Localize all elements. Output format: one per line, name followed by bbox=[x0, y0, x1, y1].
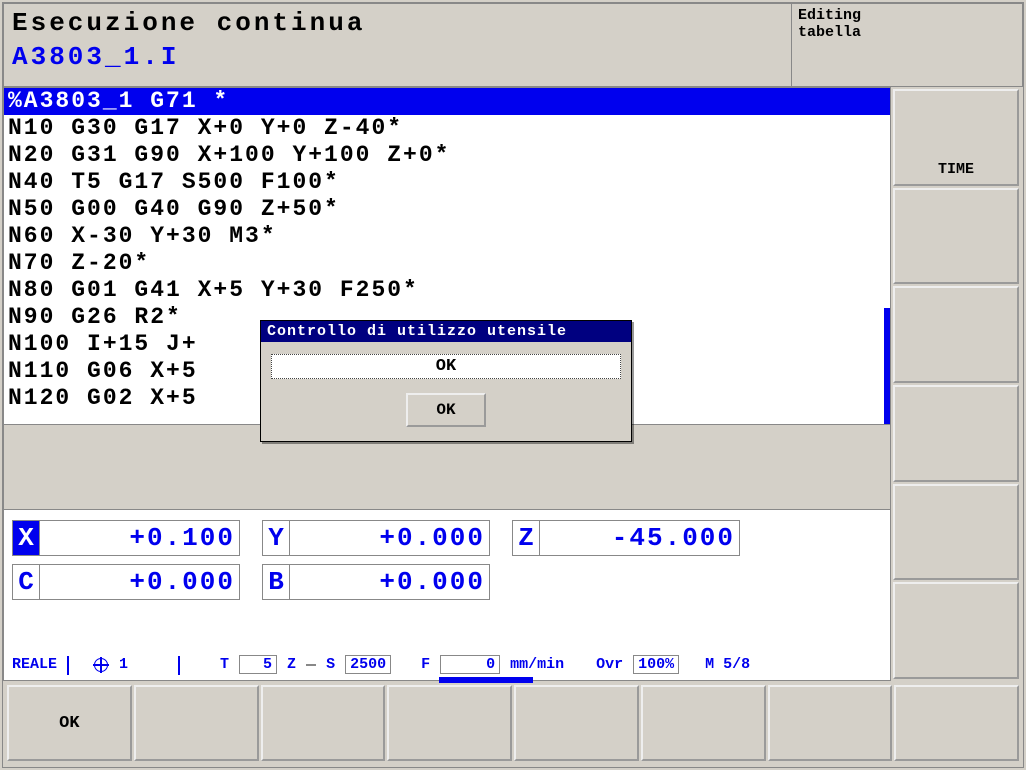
crosshair-icon bbox=[93, 657, 109, 673]
axis-label: Y bbox=[262, 520, 290, 556]
softkey-7[interactable] bbox=[768, 685, 893, 761]
ovr-value: 100% bbox=[633, 655, 679, 674]
position-cell: Y+0.000 bbox=[262, 520, 490, 556]
datum-icon bbox=[67, 657, 83, 673]
code-line[interactable]: N80 G01 G41 X+5 Y+30 F250* bbox=[4, 277, 890, 304]
ok-softkey[interactable]: OK bbox=[7, 685, 132, 761]
side-softkey-2[interactable] bbox=[893, 188, 1019, 285]
axis-value: +0.000 bbox=[40, 564, 240, 600]
tool-usage-dialog: Controllo di utilizzo utensile OK OK bbox=[260, 320, 632, 442]
axis-label: X bbox=[12, 520, 40, 556]
axis-value: +0.000 bbox=[290, 564, 490, 600]
position-cell: C+0.000 bbox=[12, 564, 240, 600]
t-label: T bbox=[220, 656, 229, 673]
softkey-page-indicator bbox=[439, 677, 533, 683]
axis-label: Z bbox=[512, 520, 540, 556]
scrollbar-thumb[interactable] bbox=[884, 308, 890, 425]
code-line[interactable]: N70 Z-20* bbox=[4, 250, 890, 277]
code-line[interactable]: N20 G31 G90 X+100 Y+100 Z+0* bbox=[4, 142, 890, 169]
ovr-label: Ovr bbox=[596, 656, 623, 673]
mode-line-1: Editing bbox=[798, 8, 1016, 25]
softkey-2[interactable] bbox=[134, 685, 259, 761]
dialog-title: Controllo di utilizzo utensile bbox=[261, 321, 631, 342]
z-value bbox=[306, 664, 316, 666]
m-label: M 5/8 bbox=[705, 656, 750, 673]
wp-number: 1 bbox=[119, 656, 128, 673]
softkey-5[interactable] bbox=[514, 685, 639, 761]
code-line[interactable]: N40 T5 G17 S500 F100* bbox=[4, 169, 890, 196]
softkey-6[interactable] bbox=[641, 685, 766, 761]
dialog-message: OK bbox=[271, 354, 621, 379]
position-cell: Z-45.000 bbox=[512, 520, 740, 556]
side-softkey-6[interactable] bbox=[893, 582, 1019, 679]
mode-line-2: tabella bbox=[798, 25, 1016, 42]
tool-icon bbox=[178, 657, 194, 673]
side-softkey-4[interactable] bbox=[893, 385, 1019, 482]
t-value: 5 bbox=[239, 655, 277, 674]
program-name: A3803_1.I bbox=[12, 42, 783, 72]
z-label: Z bbox=[287, 656, 296, 673]
f-value: 0 bbox=[440, 655, 500, 674]
axis-label: C bbox=[12, 564, 40, 600]
side-softkey-1[interactable]: TIME bbox=[893, 89, 1019, 186]
page-title: Esecuzione continua bbox=[12, 8, 783, 38]
code-line[interactable]: N60 X-30 Y+30 M3* bbox=[4, 223, 890, 250]
position-cell: B+0.000 bbox=[262, 564, 490, 600]
s-value: 2500 bbox=[345, 655, 391, 674]
code-line[interactable]: N50 G00 G40 G90 Z+50* bbox=[4, 196, 890, 223]
f-label: F bbox=[421, 656, 430, 673]
code-line[interactable]: N10 G30 G17 X+0 Y+0 Z-40* bbox=[4, 115, 890, 142]
mode-indicator: Editing tabella bbox=[791, 3, 1023, 87]
softkey-8[interactable] bbox=[894, 685, 1019, 761]
axis-value: +0.100 bbox=[40, 520, 240, 556]
header-left: Esecuzione continua A3803_1.I bbox=[3, 3, 791, 87]
axis-label: B bbox=[262, 564, 290, 600]
softkey-4[interactable] bbox=[387, 685, 512, 761]
status-mode: REALE bbox=[12, 656, 57, 673]
f-unit: mm/min bbox=[510, 656, 564, 673]
code-line[interactable]: %A3803_1 G71 * bbox=[4, 88, 890, 115]
side-softkey-5[interactable] bbox=[893, 484, 1019, 581]
status-line: REALE 1 T 5 Z S 2500 F 0 mm/min bbox=[12, 655, 882, 676]
axis-value: -45.000 bbox=[540, 520, 740, 556]
axis-value: +0.000 bbox=[290, 520, 490, 556]
s-label: S bbox=[326, 656, 335, 673]
position-display: X+0.100Y+0.000Z-45.000 C+0.000B+0.000 RE… bbox=[3, 509, 891, 681]
position-cell: X+0.100 bbox=[12, 520, 240, 556]
softkey-3[interactable] bbox=[261, 685, 386, 761]
side-softkey-3[interactable] bbox=[893, 286, 1019, 383]
dialog-ok-button[interactable]: OK bbox=[406, 393, 485, 427]
